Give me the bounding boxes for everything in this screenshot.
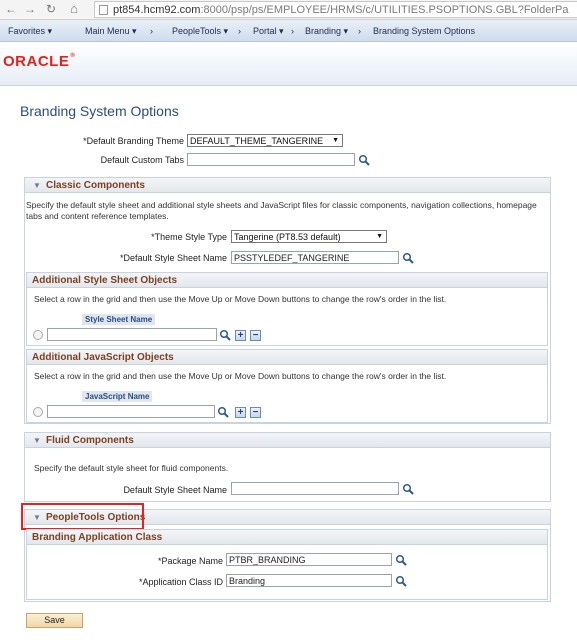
delete-row-button[interactable]: − <box>250 407 261 418</box>
add-row-button[interactable]: + <box>235 407 246 418</box>
default-tabs-input[interactable] <box>187 153 355 166</box>
default-theme-label: *Default Branding Theme <box>83 136 184 146</box>
menu-favorites[interactable]: Favorites ▾ <box>8 26 52 37</box>
theme-style-type-label: *Theme Style Type <box>151 232 227 242</box>
fluid-components-title: Fluid Components <box>46 435 134 446</box>
package-name-label: *Package Name <box>157 556 223 566</box>
home-icon[interactable]: ⌂ <box>67 2 81 16</box>
row-select-radio[interactable] <box>33 330 43 340</box>
dropdown-arrow-icon: ▼ <box>376 233 383 240</box>
additional-javascript-title: Additional JavaScript Objects <box>32 352 174 363</box>
lookup-icon[interactable] <box>402 252 414 264</box>
app-class-id-input[interactable]: Branding <box>226 574 392 587</box>
add-row-button[interactable]: + <box>235 330 246 341</box>
lookup-icon[interactable] <box>358 154 370 166</box>
collapse-icon[interactable]: ▼ <box>33 436 41 445</box>
classic-components-header[interactable]: ▼ Classic Components <box>25 178 550 193</box>
menu-branding[interactable]: Branding ▾ <box>305 26 348 37</box>
menu-portal[interactable]: Portal ▾ <box>253 26 284 37</box>
package-name-input[interactable]: PTBR_BRANDING <box>226 553 392 566</box>
style-sheet-instructions: Select a row in the grid and then use th… <box>34 294 447 304</box>
fluid-style-sheet-label: Default Style Sheet Name <box>123 485 227 495</box>
menu-current-page: Branding System Options <box>373 26 476 36</box>
reload-icon[interactable]: ↻ <box>44 2 58 16</box>
page-icon <box>99 5 108 15</box>
oracle-logo[interactable]: ORACLE® <box>3 53 75 70</box>
style-sheet-label: *Default Style Sheet Name <box>119 253 227 263</box>
breadcrumb-separator: › <box>238 26 241 36</box>
default-tabs-label: Default Custom Tabs <box>100 155 184 165</box>
style-sheet-name-column: Style Sheet Name <box>82 314 156 325</box>
app-class-id-label: *Application Class ID <box>138 577 223 587</box>
additional-javascript-header: Additional JavaScript Objects <box>27 350 547 365</box>
breadcrumb-separator: › <box>291 26 294 36</box>
branding-app-class-title: Branding Application Class <box>32 532 163 543</box>
breadcrumb-separator: › <box>150 26 153 36</box>
branding-app-class-header: Branding Application Class <box>27 530 547 545</box>
additional-style-sheet-title: Additional Style Sheet Objects <box>32 275 178 286</box>
menu-peopletools[interactable]: PeopleTools ▾ <box>172 26 228 37</box>
row-select-radio[interactable] <box>33 407 43 417</box>
banner: ORACLE® <box>0 42 577 86</box>
menu-main-menu[interactable]: Main Menu ▾ <box>85 26 137 37</box>
javascript-instructions: Select a row in the grid and then use th… <box>34 371 447 381</box>
style-sheet-name-input[interactable] <box>47 328 217 341</box>
theme-style-type-value: Tangerine (PT8.53 default) <box>234 232 341 242</box>
highlight-box <box>21 503 144 530</box>
menu-bar: Favorites ▾ Main Menu ▾ › PeopleTools ▾ … <box>0 20 577 42</box>
lookup-icon[interactable] <box>395 554 407 566</box>
save-button[interactable]: Save <box>26 613 83 628</box>
browser-toolbar: ← → ↻ ⌂ pt854.hcm92.com:8000/psp/ps/EMPL… <box>0 0 577 20</box>
forward-icon[interactable]: → <box>23 2 37 16</box>
javascript-name-input[interactable] <box>47 405 215 418</box>
back-icon[interactable]: ← <box>4 2 18 16</box>
lookup-icon[interactable] <box>402 483 414 495</box>
classic-components-title: Classic Components <box>46 180 145 191</box>
classic-description: Specify the default style sheet and addi… <box>26 200 537 221</box>
javascript-name-column: JavaScript Name <box>82 391 153 402</box>
fluid-style-sheet-input[interactable] <box>231 482 399 495</box>
page-title: Branding System Options <box>20 103 179 119</box>
additional-style-sheet-header: Additional Style Sheet Objects <box>27 273 547 288</box>
lookup-icon[interactable] <box>217 406 229 418</box>
url-path: :8000/psp/ps/EMPLOYEE/HRMS/c/UTILITIES.P… <box>200 4 569 16</box>
dropdown-arrow-icon: ▼ <box>332 137 339 144</box>
delete-row-button[interactable]: − <box>250 330 261 341</box>
address-bar[interactable]: pt854.hcm92.com:8000/psp/ps/EMPLOYEE/HRM… <box>94 1 577 18</box>
breadcrumb-separator: › <box>358 26 361 36</box>
default-theme-value: DEFAULT_THEME_TANGERINE <box>190 136 324 146</box>
style-sheet-input[interactable]: PSSTYLEDEF_TANGERINE <box>231 251 399 264</box>
fluid-components-header[interactable]: ▼ Fluid Components <box>25 433 550 448</box>
collapse-icon[interactable]: ▼ <box>33 181 41 190</box>
default-theme-select[interactable]: DEFAULT_THEME_TANGERINE ▼ <box>187 134 343 147</box>
lookup-icon[interactable] <box>395 575 407 587</box>
url-host: pt854.hcm92.com <box>113 4 201 16</box>
fluid-description: Specify the default style sheet for flui… <box>34 463 229 473</box>
lookup-icon[interactable] <box>219 329 231 341</box>
theme-style-type-select[interactable]: Tangerine (PT8.53 default) ▼ <box>231 230 387 243</box>
